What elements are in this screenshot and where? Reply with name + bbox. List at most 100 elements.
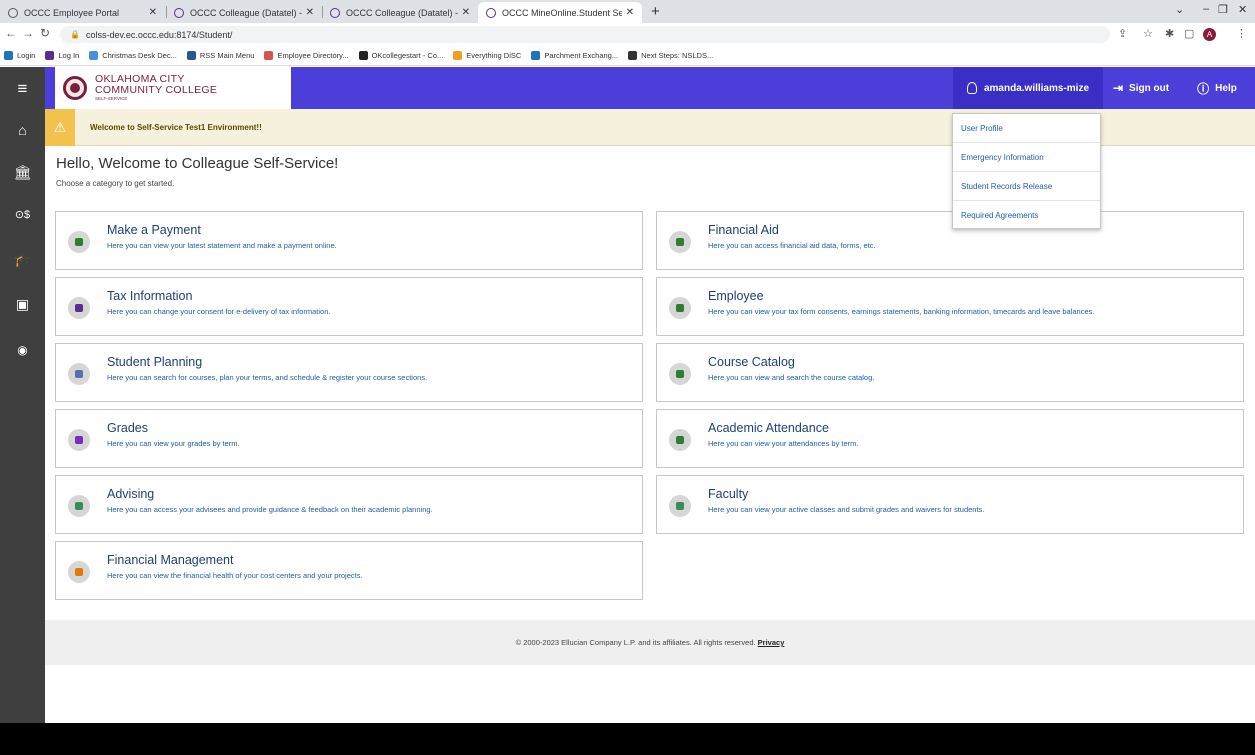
bookmark-item[interactable]: Next Steps: NSLDS...: [628, 51, 713, 60]
timecard-icon[interactable]: ⊙$: [0, 208, 45, 221]
new-tab-button[interactable]: +: [651, 3, 660, 20]
bookmark-item[interactable]: Parchment Exchang...: [531, 51, 618, 60]
attendance-icon: [669, 429, 691, 451]
bookmark-item[interactable]: Everything DiSC: [453, 51, 521, 60]
close-icon[interactable]: ✕: [462, 7, 470, 18]
tab-employee-portal[interactable]: OCCC Employee Portal ✕: [0, 2, 165, 23]
menu-item-required-agreements[interactable]: Required Agreements: [953, 201, 1100, 230]
card-title[interactable]: Make a Payment: [107, 223, 201, 237]
briefcase-icon[interactable]: ▣: [0, 296, 45, 313]
page-title: Hello, Welcome to Colleague Self-Service…: [56, 155, 339, 172]
address-bar: ← → ↻ 🔒 colss-dev.ec.occc.edu:8174/Stude…: [0, 23, 1255, 46]
financial-aid-icon: [669, 231, 691, 253]
logo-line-3: SELF-SERVICE: [95, 96, 128, 102]
bookmarks-bar: Login Log In Christmas Desk Dec... RSS Main…: [0, 46, 1255, 66]
category-card-course-catalog[interactable]: Course Catalog Here you can view and sear…: [656, 343, 1244, 402]
employee-icon: [669, 297, 691, 319]
icon-glyph: [75, 238, 83, 246]
page-subtitle: Choose a category to get started.: [56, 179, 175, 188]
share-icon[interactable]: ⇪: [1118, 27, 1127, 40]
card-title[interactable]: Financial Management: [107, 553, 233, 567]
bookmark-star-icon[interactable]: ☆: [1143, 27, 1153, 40]
url-field[interactable]: 🔒 colss-dev.ec.occc.edu:8174/Student/: [60, 26, 1110, 43]
menu-item-student-records-release[interactable]: Student Records Release: [953, 172, 1100, 201]
category-card-financial-aid[interactable]: Financial Aid Here you can access financi…: [656, 211, 1244, 270]
close-icon[interactable]: ✕: [149, 7, 157, 18]
hamburger-menu-icon[interactable]: ≡: [0, 79, 45, 99]
college-logo[interactable]: OKLAHOMA CITY COMMUNITY COLLEGE SELF-SER…: [55, 67, 291, 109]
category-card-advising[interactable]: Advising Here you can access your advisee…: [55, 475, 643, 534]
tab-self-service[interactable]: OCCC MineOnline.Student Self-S ✕: [478, 2, 642, 23]
close-icon[interactable]: ✕: [626, 7, 634, 18]
bookmark-favicon-icon: [186, 51, 196, 60]
user-circle-icon[interactable]: ◉: [0, 343, 45, 357]
help-button[interactable]: ⓘ Help: [1179, 67, 1255, 109]
forward-icon[interactable]: →: [22, 26, 34, 40]
grades-icon: [68, 429, 90, 451]
category-card-employee[interactable]: Employee Here you can view your tax form …: [656, 277, 1244, 336]
card-title[interactable]: Financial Aid: [708, 223, 779, 237]
icon-glyph: [676, 370, 684, 378]
privacy-link[interactable]: Privacy: [758, 638, 785, 647]
category-card-faculty[interactable]: Faculty Here you can view your active cla…: [656, 475, 1244, 534]
bank-icon[interactable]: 🏛: [0, 164, 45, 181]
bookmark-item[interactable]: RSS Main Menu: [186, 51, 254, 60]
category-card-academic-attendance[interactable]: Academic Attendance Here you can view you…: [656, 409, 1244, 468]
bookmark-label: Parchment Exchang...: [544, 51, 619, 60]
bookmark-item[interactable]: Login: [4, 51, 35, 60]
category-card-tax-information[interactable]: Tax Information Here you can change your …: [55, 277, 643, 336]
restore-icon[interactable]: ❐: [1218, 3, 1228, 16]
bookmark-favicon-icon: [628, 51, 638, 60]
card-description: Here you can view your attendances by te…: [708, 439, 859, 448]
back-icon[interactable]: ←: [5, 26, 17, 40]
tab-title: OCCC Employee Portal: [24, 7, 120, 18]
card-description: Here you can access financial aid data, …: [708, 241, 876, 250]
card-description: Here you can view the financial health o…: [107, 571, 363, 580]
bookmark-item[interactable]: Employee Directory...: [264, 51, 349, 60]
card-title[interactable]: Grades: [107, 421, 148, 435]
tab-colleague-test[interactable]: OCCC Colleague (Datatel) - [test ✕: [322, 2, 478, 23]
tax-icon: [68, 297, 90, 319]
tab-colleague-prod[interactable]: OCCC Colleague (Datatel) - [proc ✕: [166, 2, 322, 23]
menu-item-emergency-information[interactable]: Emergency Information: [953, 143, 1100, 172]
help-icon: ⓘ: [1197, 81, 1210, 96]
footer: © 2000-2023 Ellucian Company L.P. and it…: [45, 620, 1255, 665]
extensions-icon[interactable]: ✱: [1165, 27, 1174, 40]
graduation-cap-icon[interactable]: 🎓: [0, 251, 45, 268]
menu-kebab-icon[interactable]: ⋮: [1236, 27, 1247, 40]
minimize-icon[interactable]: –: [1203, 3, 1209, 15]
bookmark-item[interactable]: Christmas Desk Dec...: [89, 51, 177, 60]
close-icon[interactable]: ✕: [306, 7, 314, 18]
category-card-financial-management[interactable]: Financial Management Here you can view th…: [55, 541, 643, 600]
card-title[interactable]: Academic Attendance: [708, 421, 829, 435]
category-card-student-planning[interactable]: Student Planning Here you can search for …: [55, 343, 643, 402]
card-title[interactable]: Course Catalog: [708, 355, 795, 369]
home-icon[interactable]: ⌂: [0, 122, 45, 138]
card-description: Here you can search for courses, plan yo…: [107, 373, 428, 382]
bookmark-item[interactable]: Log In: [45, 51, 79, 60]
side-panel-icon[interactable]: ▢: [1184, 27, 1194, 40]
card-title[interactable]: Advising: [107, 487, 154, 501]
icon-glyph: [676, 502, 684, 510]
bookmark-item[interactable]: OKcollegestart - Co...: [358, 51, 443, 60]
card-title[interactable]: Tax Information: [107, 289, 192, 303]
card-title[interactable]: Student Planning: [107, 355, 202, 369]
menu-item-user-profile[interactable]: User Profile: [953, 114, 1100, 143]
category-card-make-a-payment[interactable]: Make a Payment Here you can view your lat…: [55, 211, 643, 270]
card-title[interactable]: Faculty: [708, 487, 748, 501]
sign-out-button[interactable]: ⇥ Sign out: [1103, 67, 1179, 109]
advising-icon: [68, 495, 90, 517]
tab-search-icon[interactable]: ⌄: [1175, 3, 1184, 16]
close-window-icon[interactable]: ✕: [1238, 3, 1247, 16]
profile-avatar[interactable]: A: [1203, 28, 1216, 41]
card-title[interactable]: Employee: [708, 289, 764, 303]
app-header: OKLAHOMA CITY COMMUNITY COLLEGE SELF-SER…: [45, 67, 1255, 109]
sign-out-label: Sign out: [1129, 82, 1170, 94]
reload-icon[interactable]: ↻: [40, 26, 50, 40]
site-icon: [174, 7, 184, 18]
icon-glyph: [75, 568, 83, 576]
category-card-grades[interactable]: Grades Here you can view your grades by t…: [55, 409, 643, 468]
catalog-icon: [669, 363, 691, 385]
user-menu-button[interactable]: amanda.williams-mize: [953, 67, 1103, 109]
calendar-icon: [68, 363, 90, 385]
